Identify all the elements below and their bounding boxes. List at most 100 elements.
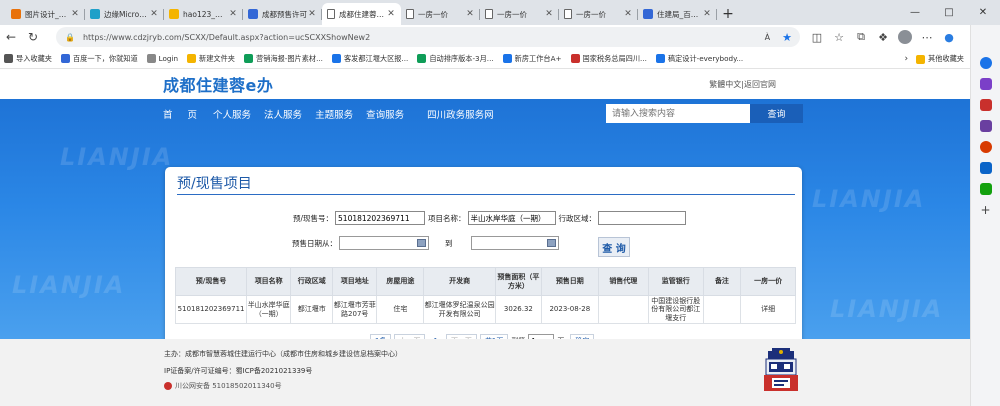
site-search-button[interactable]: 查询: [750, 104, 803, 123]
close-tab-icon[interactable]: ✕: [465, 9, 475, 19]
bookmark-item[interactable]: Login: [146, 54, 178, 63]
collections-icon[interactable]: ⧉: [850, 30, 872, 44]
address-bar[interactable]: 🔒 https://www.cdzjryb.com/SCXX/Default.a…: [56, 27, 800, 47]
split-screen-icon[interactable]: ◫: [806, 31, 828, 44]
back-icon[interactable]: ←: [0, 26, 22, 48]
maximize-icon[interactable]: □: [932, 0, 966, 25]
nav-item[interactable]: 法人服务: [264, 107, 302, 121]
url-text[interactable]: https://www.cdzjryb.com/SCXX/Default.asp…: [83, 33, 765, 42]
toolbox-icon[interactable]: [979, 99, 992, 111]
browser-tab-title[interactable]: 边缘Microsoft: [104, 9, 149, 20]
nav-item[interactable]: 四川政务服务网: [427, 107, 494, 121]
bookmark-label[interactable]: 营销海报-图片素材...: [256, 54, 323, 64]
results-table: 预/现售号 项目名称 行政区域 项目地址 房屋用途 开发商 预售面积（平方米） 预售日期 销售代…: [174, 267, 796, 324]
browser-tab-title[interactable]: 成都预售许可: [262, 9, 307, 20]
project-name-input[interactable]: [467, 211, 556, 225]
bookmark-label[interactable]: 稿定设计-everybody...: [668, 54, 743, 64]
close-tab-icon[interactable]: ✕: [149, 9, 159, 19]
browser-tab[interactable]: 图片设计_在线 ✕: [6, 3, 85, 25]
chevron-right-icon[interactable]: ›: [904, 54, 908, 64]
bookmark-label[interactable]: 国家税务总局四川...: [583, 54, 647, 64]
browser-tab-title[interactable]: 住建局_百度搜: [657, 9, 702, 20]
browser-tab[interactable]: 一房一价 ✕: [559, 3, 638, 25]
favorite-star-icon[interactable]: ★: [782, 31, 792, 44]
browser-tab[interactable]: 住建局_百度搜 ✕: [638, 3, 717, 25]
add-icon[interactable]: +: [980, 204, 992, 216]
close-tab-icon[interactable]: ✕: [544, 9, 554, 19]
refresh-icon[interactable]: ↻: [22, 26, 44, 48]
browser-tab-title[interactable]: hao123_上网从: [183, 9, 228, 20]
nav-item[interactable]: 首 页: [163, 107, 203, 121]
office-icon[interactable]: [979, 141, 992, 153]
minimize-icon[interactable]: —: [898, 0, 932, 25]
close-tab-icon[interactable]: ✕: [623, 9, 633, 19]
bookmark-label[interactable]: Login: [159, 54, 178, 63]
site-logo[interactable]: 成都住建蓉e办: [163, 72, 273, 96]
new-tab-icon[interactable]: +: [717, 3, 739, 25]
footer-police-row[interactable]: 川公网安备 51018502011340号: [164, 381, 282, 391]
browser-tab[interactable]: 一房一价 ✕: [401, 3, 480, 25]
query-button[interactable]: 查 询: [598, 237, 630, 257]
presale-no-input[interactable]: [335, 211, 426, 225]
nav-item[interactable]: 查询服务: [366, 107, 404, 121]
browser-tab[interactable]: 边缘Microsoft ✕: [85, 3, 164, 25]
search-icon[interactable]: [979, 57, 992, 69]
calendar-icon[interactable]: [417, 239, 426, 247]
close-tab-icon[interactable]: ✕: [386, 9, 396, 19]
bookmark-label[interactable]: 新建文件夹: [199, 54, 235, 64]
extensions-icon[interactable]: ❖: [872, 31, 894, 44]
site-search-input[interactable]: [606, 104, 750, 123]
close-tab-icon[interactable]: ✕: [228, 9, 238, 19]
close-tab-icon[interactable]: ✕: [70, 9, 80, 19]
profile-avatar[interactable]: [898, 30, 912, 44]
favorites-icon[interactable]: ☆: [828, 31, 850, 44]
district-input[interactable]: [598, 211, 687, 225]
drop-icon[interactable]: [979, 183, 992, 195]
bookmark-item[interactable]: 国家税务总局四川...: [570, 54, 647, 64]
close-tab-icon[interactable]: ✕: [702, 9, 712, 19]
browser-tab-title[interactable]: 一房一价: [418, 9, 465, 20]
bookmark-item[interactable]: 营销海报-图片素材...: [244, 54, 323, 64]
read-aloud-icon[interactable]: À: [765, 33, 770, 42]
calendar-icon[interactable]: [546, 239, 556, 247]
bookmark-item[interactable]: 百度一下，你就知道: [60, 54, 138, 64]
outlook-icon[interactable]: [979, 162, 992, 174]
bookmark-item[interactable]: 新房工作台A+: [502, 54, 562, 64]
games-icon[interactable]: [979, 120, 992, 132]
bookmark-label[interactable]: 新房工作台A+: [515, 54, 562, 64]
other-bookmarks-label[interactable]: 其他收藏夹: [928, 54, 964, 64]
browser-tab-title[interactable]: 成都住建蓉e办: [339, 9, 386, 20]
close-window-icon[interactable]: ✕: [966, 0, 1000, 25]
lock-icon[interactable]: 🔒: [65, 33, 75, 42]
footer-icp[interactable]: IP证备案/许可证编号：蜀ICP备2021021339号: [164, 366, 312, 376]
browser-tab-title[interactable]: 一房一价: [576, 9, 623, 20]
browser-tab-title[interactable]: 图片设计_在线: [25, 9, 70, 20]
browser-tab-title[interactable]: 一房一价: [497, 9, 544, 20]
site-favicon-icon: [90, 9, 100, 19]
bookmark-item[interactable]: 导入收藏夹: [4, 54, 52, 64]
nav-item[interactable]: 主题服务: [315, 107, 353, 121]
date-to-input[interactable]: [470, 236, 559, 250]
browser-tab[interactable]: 成都住建蓉e办 ✕: [322, 3, 401, 25]
bookmark-item[interactable]: 稿定设计-everybody...: [655, 54, 743, 64]
close-tab-icon[interactable]: ✕: [307, 9, 317, 19]
date-from-input[interactable]: [339, 236, 429, 250]
bookmark-label[interactable]: 导入收藏夹: [16, 54, 52, 64]
bookmark-label[interactable]: 客发都江堰大区报...: [344, 54, 408, 64]
bookmark-item[interactable]: 客发都江堰大区报...: [331, 54, 408, 64]
copilot-icon[interactable]: ●: [938, 31, 960, 44]
more-menu-icon[interactable]: ⋯: [916, 31, 938, 44]
detail-link[interactable]: 详细: [740, 295, 796, 324]
tag-icon[interactable]: [979, 78, 992, 90]
footer-police[interactable]: 川公网安备 51018502011340号: [175, 382, 282, 390]
bookmark-item[interactable]: 新建文件夹: [187, 54, 235, 64]
bookmark-item[interactable]: 自动排序版本-3月...: [417, 54, 494, 64]
bookmark-label[interactable]: 自动排序版本-3月...: [429, 54, 493, 64]
header-links[interactable]: 繁體中文|返回官网: [709, 79, 776, 90]
other-bookmarks[interactable]: › 其他收藏夹: [904, 49, 964, 69]
browser-tab[interactable]: hao123_上网从✕: [164, 3, 243, 25]
browser-tab[interactable]: 成都预售许可 ✕: [243, 3, 322, 25]
bookmark-label[interactable]: 百度一下，你就知道: [73, 54, 138, 64]
nav-item[interactable]: 个人服务: [213, 107, 251, 121]
browser-tab[interactable]: 一房一价 ✕: [480, 3, 559, 25]
